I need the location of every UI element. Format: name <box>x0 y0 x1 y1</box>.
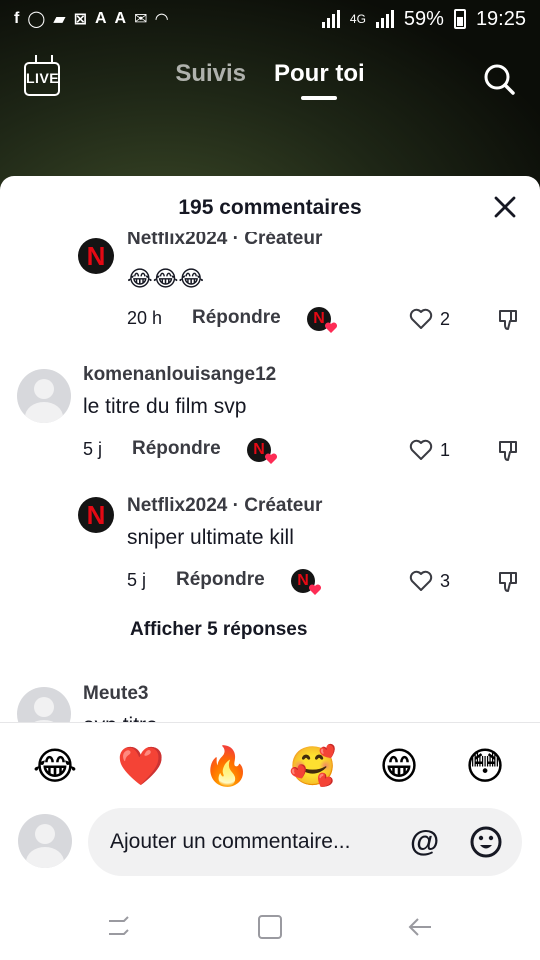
avatar[interactable]: N <box>78 238 114 274</box>
feed-tabs: Suivis Pour toi <box>0 60 540 100</box>
notification-icons: f ◯ ▰ ⊠ A A ✉ ◠ <box>14 9 168 29</box>
mail-icon: ✉ <box>134 11 148 28</box>
heart-icon <box>308 584 322 595</box>
like-count: 2 <box>440 309 451 329</box>
tab-following[interactable]: Suivis <box>175 60 246 100</box>
system-nav-bar <box>0 900 540 960</box>
network-type: 4G <box>349 12 366 26</box>
show-replies-button[interactable]: Afficher 5 réponses <box>130 619 307 641</box>
comment-username[interactable]: Meute3 <box>83 683 148 705</box>
text-a-icon: A <box>94 10 107 27</box>
heart-icon <box>264 453 278 464</box>
emoji-fire[interactable]: 🔥 <box>197 736 257 796</box>
comment-composer: Ajouter un commentaire... @ <box>0 808 540 878</box>
comment-input[interactable]: Ajouter un commentaire... <box>88 808 522 876</box>
whatsapp-icon: ◯ <box>27 11 46 28</box>
avatar[interactable] <box>17 369 71 423</box>
search-icon[interactable] <box>482 62 516 96</box>
comment-username[interactable]: Netflix2024 · Créateur <box>127 232 322 250</box>
recent-apps-icon[interactable] <box>104 912 134 942</box>
comments-list: N Netflix2024 · Créateur 😂😂😂 20 h Répond… <box>0 232 540 722</box>
avatar[interactable]: N <box>78 497 114 533</box>
comments-count-title: 195 commentaires <box>178 196 362 219</box>
dislike-icon[interactable] <box>497 308 519 332</box>
avatar <box>18 814 72 868</box>
comments-sheet: 195 commentaires N Netflix2024 · Créateu… <box>0 176 540 960</box>
creator-liked-badge: N <box>291 569 322 595</box>
emoji-laughing[interactable]: 😂 <box>25 736 85 796</box>
like-count: 3 <box>440 571 451 591</box>
emoji-picker-icon[interactable] <box>469 825 503 859</box>
close-icon[interactable] <box>492 194 518 220</box>
signal-icon <box>375 10 394 28</box>
text-a-icon: A <box>114 10 127 27</box>
battery-percent: 59% <box>403 7 444 30</box>
like-count: 1 <box>440 440 451 460</box>
emoji-flushed[interactable]: 😳 <box>455 736 515 796</box>
reply-button[interactable]: Répondre <box>192 307 281 329</box>
comment-text: 😂😂😂 <box>127 266 205 291</box>
heart-outline-icon[interactable] <box>409 308 433 330</box>
tab-for-you[interactable]: Pour toi <box>274 60 365 100</box>
creator-liked-badge: N <box>247 438 278 464</box>
comment-time: 5 j <box>83 439 103 459</box>
comment-username[interactable]: komenanlouisange12 <box>83 364 276 386</box>
mention-icon[interactable]: @ <box>410 825 439 859</box>
facebook-icon: f <box>14 10 20 27</box>
heart-outline-icon[interactable] <box>409 439 433 461</box>
status-bar: f ◯ ▰ ⊠ A A ✉ ◠ 4G 59% 19:25 <box>0 0 540 38</box>
dislike-icon[interactable] <box>497 439 519 463</box>
comment-username[interactable]: Netflix2024 · Créateur <box>127 495 322 517</box>
signal-icon <box>321 10 340 28</box>
heart-outline-icon[interactable] <box>409 570 433 592</box>
battery-icon <box>453 9 466 29</box>
reply-button[interactable]: Répondre <box>132 438 221 460</box>
emoji-heart[interactable]: ❤️ <box>111 736 171 796</box>
comment-text: sniper ultimate kill <box>127 526 294 549</box>
divider <box>0 722 540 723</box>
back-icon[interactable] <box>405 912 435 942</box>
emoji-smiling-hearts[interactable]: 🥰 <box>283 736 343 796</box>
reply-button[interactable]: Répondre <box>176 569 265 591</box>
photo-icon: ⊠ <box>73 11 87 28</box>
heart-icon <box>324 322 338 333</box>
avatar[interactable] <box>17 687 71 722</box>
clock: 19:25 <box>475 7 526 30</box>
wifi-icon: ◠ <box>155 11 168 28</box>
creator-liked-badge: N <box>307 307 338 333</box>
comment-text: avp titre <box>83 714 158 722</box>
comment-text: le titre du film svp <box>83 395 247 418</box>
comment-time: 20 h <box>127 308 163 328</box>
quick-emoji-bar: 😂 ❤️ 🔥 🥰 😁 😳 <box>0 736 540 796</box>
emoji-grin[interactable]: 😁 <box>369 736 429 796</box>
home-icon[interactable] <box>255 912 285 942</box>
chat-icon: ▰ <box>53 11 66 28</box>
comment-time: 5 j <box>127 570 147 590</box>
dislike-icon[interactable] <box>497 570 519 594</box>
